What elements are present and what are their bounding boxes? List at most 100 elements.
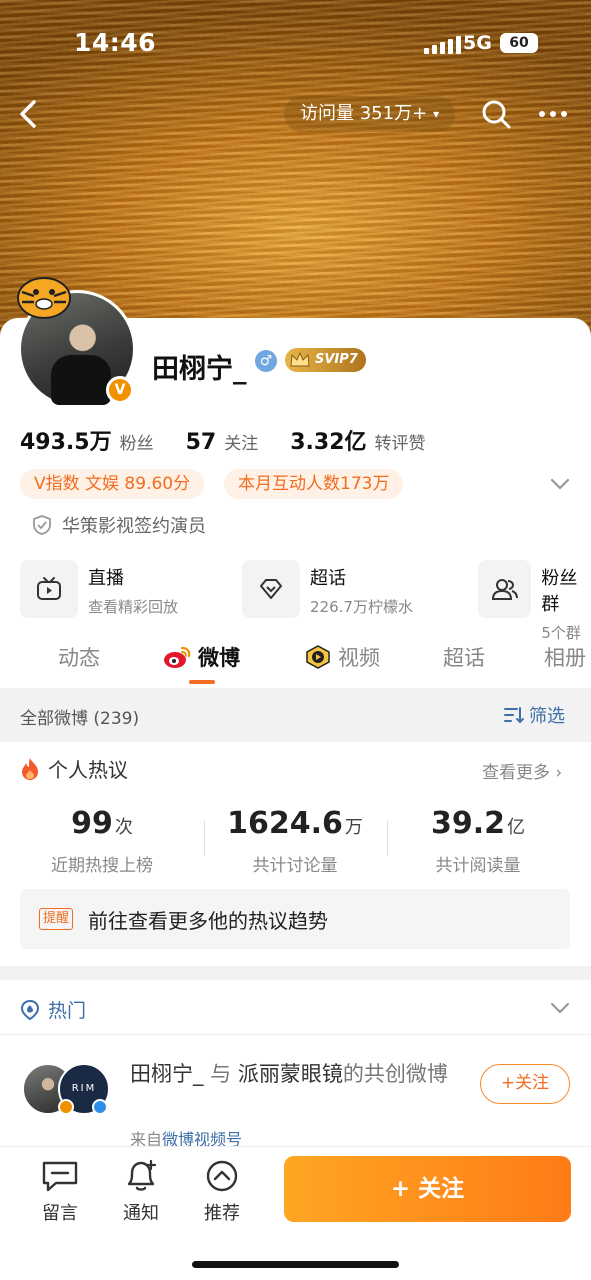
battery-icon: 60 bbox=[500, 33, 538, 53]
tab-feed-label: 动态 bbox=[58, 646, 100, 670]
trend-reminder[interactable]: 提醒 前往查看更多他的热议趋势 bbox=[20, 889, 570, 949]
supertopic-subtitle: 226.7万柠檬水 bbox=[310, 598, 413, 616]
message-label: 留言 bbox=[42, 1203, 78, 1224]
fan-group-title: 粉丝群 bbox=[541, 568, 578, 615]
post-with: 与 bbox=[203, 1062, 238, 1086]
signal-icon bbox=[424, 36, 461, 54]
hot-section-title: 热门 bbox=[48, 1000, 87, 1022]
bell-icon bbox=[127, 1159, 157, 1191]
recommend-button[interactable]: 推荐 bbox=[192, 1159, 252, 1225]
metric-label: 共计阅读量 bbox=[435, 856, 521, 876]
tab-album-label: 相册 bbox=[544, 646, 586, 670]
live-title: 直播 bbox=[88, 568, 124, 589]
video-badge-icon bbox=[306, 645, 330, 669]
fan-group-entry[interactable]: 粉丝群 5个群 bbox=[478, 560, 591, 642]
avatar-figure bbox=[51, 355, 111, 405]
metric-discussion: 1624.6 万 共计讨论量 bbox=[205, 806, 385, 876]
tv-icon bbox=[20, 560, 78, 618]
profile-tabs: 动态 微博 视频 超话 相册 bbox=[0, 638, 591, 686]
fire-icon bbox=[22, 757, 38, 780]
search-button[interactable] bbox=[480, 98, 512, 130]
likes-label: 转评赞 bbox=[374, 434, 426, 454]
status-bar: 14:46 5G 60 bbox=[0, 26, 591, 66]
likes-count: 3.32亿 bbox=[290, 430, 367, 455]
metric-unit: 次 bbox=[114, 817, 133, 838]
reminder-text: 前往查看更多他的热议趋势 bbox=[88, 909, 328, 933]
metric-value: 99 bbox=[71, 806, 113, 841]
metric-value: 1624.6 bbox=[227, 806, 343, 841]
chevron-down-icon[interactable] bbox=[548, 998, 572, 1018]
profile-name: 田栩宁_ bbox=[152, 354, 247, 385]
visit-count: 访问量 351万+ bbox=[300, 103, 428, 124]
follow-partner-button[interactable]: +关注 bbox=[480, 1064, 570, 1104]
dropdown-icon: ▾ bbox=[433, 107, 440, 121]
section-divider bbox=[0, 966, 591, 980]
follow-button[interactable]: + 关注 bbox=[284, 1156, 571, 1222]
group-icon bbox=[478, 560, 532, 618]
diamond-icon bbox=[242, 560, 300, 618]
weibo-logo-icon bbox=[164, 646, 191, 668]
metric-unit: 亿 bbox=[507, 817, 526, 838]
top-nav: 访问量 351万+ ▾ bbox=[0, 90, 591, 140]
metric-value: 39.2 bbox=[430, 806, 506, 841]
profile-stats: 493.5万 粉丝 57 关注 3.32亿 转评赞 bbox=[20, 424, 426, 456]
recommend-label: 推荐 bbox=[204, 1203, 240, 1224]
filter-button[interactable]: 筛选 bbox=[503, 702, 565, 728]
tab-weibo[interactable]: 微博 bbox=[162, 642, 240, 672]
tab-album[interactable]: 相册 bbox=[544, 642, 586, 672]
svip-badge[interactable]: SVIP7 bbox=[285, 348, 366, 372]
verified-badge-icon bbox=[58, 1099, 74, 1115]
co-creation-post-title[interactable]: 田栩宁_ 与 派丽蒙眼镜的共创微博 bbox=[130, 1058, 470, 1090]
metric-reads: 39.2 亿 共计阅读量 bbox=[388, 806, 568, 876]
function-row: 直播查看精彩回放 超话 226.7万柠檬水 粉丝群 5个群 bbox=[20, 560, 591, 642]
chevron-left-icon bbox=[20, 100, 36, 128]
divider bbox=[0, 1034, 591, 1035]
supertopic-title: 超话 bbox=[310, 568, 346, 589]
chevron-down-icon[interactable] bbox=[548, 474, 572, 494]
tab-video-label: 视频 bbox=[338, 646, 380, 670]
verification-text: 华策影视签约演员 bbox=[62, 516, 206, 537]
hot-discussion-title: 个人热议 bbox=[48, 758, 128, 782]
shield-icon bbox=[33, 515, 51, 535]
hot-section-header[interactable]: 热门 bbox=[20, 996, 86, 1023]
crown-icon bbox=[290, 351, 310, 367]
tab-weibo-label: 微博 bbox=[198, 646, 240, 670]
back-button[interactable] bbox=[14, 96, 44, 132]
fans-count[interactable]: 493.5万 bbox=[20, 424, 112, 456]
visit-count-pill[interactable]: 访问量 351万+ ▾ bbox=[284, 96, 456, 132]
tab-video[interactable]: 视频 bbox=[304, 642, 380, 672]
notify-button[interactable]: 通知 bbox=[111, 1159, 171, 1225]
live-subtitle: 查看精彩回放 bbox=[88, 598, 179, 616]
hot-discussion-header: 个人热议 bbox=[20, 754, 128, 783]
tab-supertopic-label: 超话 bbox=[443, 646, 485, 670]
post-partner[interactable]: 派丽蒙眼镜 bbox=[238, 1062, 343, 1086]
post-author[interactable]: 田栩宁_ bbox=[130, 1062, 204, 1086]
more-button[interactable] bbox=[536, 98, 570, 130]
see-more-link[interactable]: 查看更多 › bbox=[482, 758, 562, 783]
fans-label[interactable]: 粉丝 bbox=[120, 429, 154, 454]
filter-icon bbox=[504, 707, 524, 724]
search-icon bbox=[482, 100, 511, 129]
metric-label: 近期热搜上榜 bbox=[51, 856, 153, 876]
live-entry[interactable]: 直播 查看精彩回放 bbox=[20, 560, 178, 618]
tab-supertopic[interactable]: 超话 bbox=[443, 642, 485, 672]
recommend-icon bbox=[206, 1160, 238, 1192]
following-label[interactable]: 关注 bbox=[224, 429, 258, 454]
verification-info: 华策影视签约演员 bbox=[32, 512, 206, 538]
following-count[interactable]: 57 bbox=[186, 430, 217, 455]
reminder-tag: 提醒 bbox=[39, 908, 74, 930]
v-index-tag[interactable]: V指数 文娱 89.60分 bbox=[20, 469, 205, 499]
message-icon bbox=[42, 1161, 78, 1192]
metric-hot-search: 99 次 近期热搜上榜 bbox=[12, 806, 192, 876]
status-time: 14:46 bbox=[74, 28, 157, 57]
message-button[interactable]: 留言 bbox=[30, 1159, 90, 1225]
tab-feed[interactable]: 动态 bbox=[58, 642, 100, 672]
more-dots-icon bbox=[539, 111, 567, 117]
metric-label: 共计讨论量 bbox=[252, 856, 338, 876]
filter-bar: 全部微博 (239) 筛选 bbox=[0, 688, 591, 742]
interaction-tag[interactable]: 本月互动人数173万 bbox=[224, 469, 404, 499]
metric-unit: 万 bbox=[344, 817, 363, 838]
supertopic-entry[interactable]: 超话 226.7万柠檬水 bbox=[242, 560, 413, 618]
male-icon: ♂ bbox=[255, 350, 277, 372]
hot-location-icon bbox=[20, 999, 40, 1020]
